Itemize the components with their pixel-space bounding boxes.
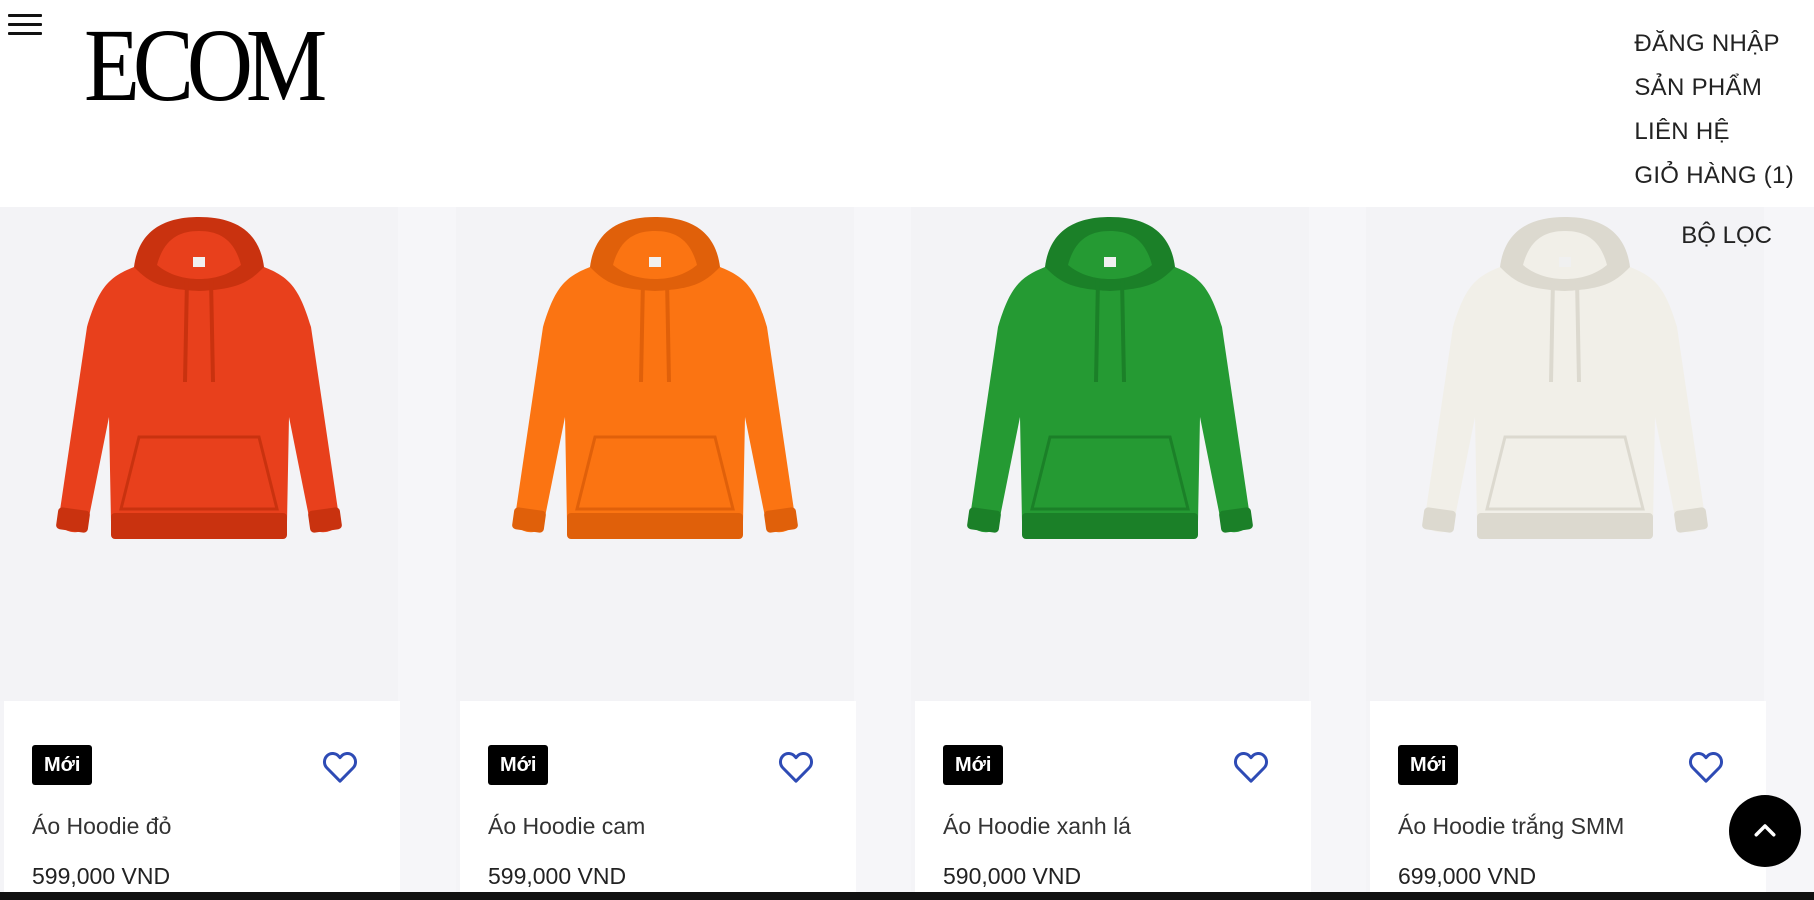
- product-card[interactable]: Mới Áo Hoodie trắng SMM 699,000 VND: [1366, 207, 1766, 893]
- product-price: 590,000 VND: [943, 863, 1082, 889]
- new-badge: Mới: [32, 745, 93, 785]
- product-name[interactable]: Áo Hoodie cam: [488, 813, 645, 840]
- product-card[interactable]: Mới Áo Hoodie xanh lá 590,000 VND: [911, 207, 1311, 893]
- product-info: Mới Áo Hoodie xanh lá 590,000 VND: [915, 701, 1311, 893]
- product-price: 599,000 VND: [32, 863, 171, 889]
- nav-login-link[interactable]: ĐĂNG NHẬP: [1634, 22, 1794, 66]
- product-card[interactable]: Mới Áo Hoodie đỏ 599,000 VND: [0, 207, 400, 893]
- product-name[interactable]: Áo Hoodie trắng SMM: [1398, 813, 1624, 840]
- bottom-edge-bar: [0, 892, 1814, 900]
- product-image[interactable]: [911, 207, 1309, 701]
- product-card[interactable]: Mới Áo Hoodie cam 599,000 VND: [456, 207, 856, 893]
- nav-products-link[interactable]: SẢN PHẨM: [1634, 66, 1794, 110]
- product-info: Mới Áo Hoodie cam 599,000 VND: [460, 701, 856, 893]
- heart-icon[interactable]: [776, 747, 816, 787]
- product-grid: Mới Áo Hoodie đỏ 599,000 VND Mới Áo Hood…: [0, 207, 1814, 893]
- nav-contact-link[interactable]: LIÊN HỆ: [1634, 110, 1794, 154]
- filter-button[interactable]: BỘ LỌC: [1681, 222, 1772, 250]
- product-name[interactable]: Áo Hoodie đỏ: [32, 813, 171, 840]
- new-badge: Mới: [943, 745, 1004, 785]
- product-image[interactable]: [0, 207, 398, 701]
- product-price: 699,000 VND: [1398, 863, 1537, 889]
- scroll-to-top-button[interactable]: [1729, 795, 1801, 867]
- hoodie-illustration: [1422, 217, 1708, 539]
- product-price: 599,000 VND: [488, 863, 627, 889]
- product-image[interactable]: [1366, 207, 1764, 701]
- brand-logo[interactable]: ECOM: [84, 6, 327, 126]
- chevron-up-icon: [1754, 824, 1776, 837]
- hamburger-menu-icon[interactable]: [8, 14, 44, 44]
- hoodie-illustration: [56, 217, 342, 539]
- main-nav: ĐĂNG NHẬP SẢN PHẨM LIÊN HỆ GIỎ HÀNG (1): [1634, 22, 1794, 198]
- product-image[interactable]: [456, 207, 854, 701]
- hoodie-illustration: [967, 217, 1253, 539]
- site-header: ECOM ĐĂNG NHẬP SẢN PHẨM LIÊN HỆ GIỎ HÀNG…: [0, 0, 1814, 207]
- new-badge: Mới: [488, 745, 549, 785]
- product-info: Mới Áo Hoodie đỏ 599,000 VND: [4, 701, 400, 893]
- heart-icon[interactable]: [1686, 747, 1726, 787]
- heart-icon[interactable]: [1231, 747, 1271, 787]
- new-badge: Mới: [1398, 745, 1459, 785]
- heart-icon[interactable]: [320, 747, 360, 787]
- product-info: Mới Áo Hoodie trắng SMM 699,000 VND: [1370, 701, 1766, 893]
- nav-cart-link[interactable]: GIỎ HÀNG (1): [1634, 154, 1794, 198]
- product-name[interactable]: Áo Hoodie xanh lá: [943, 813, 1131, 840]
- hoodie-illustration: [512, 217, 798, 539]
